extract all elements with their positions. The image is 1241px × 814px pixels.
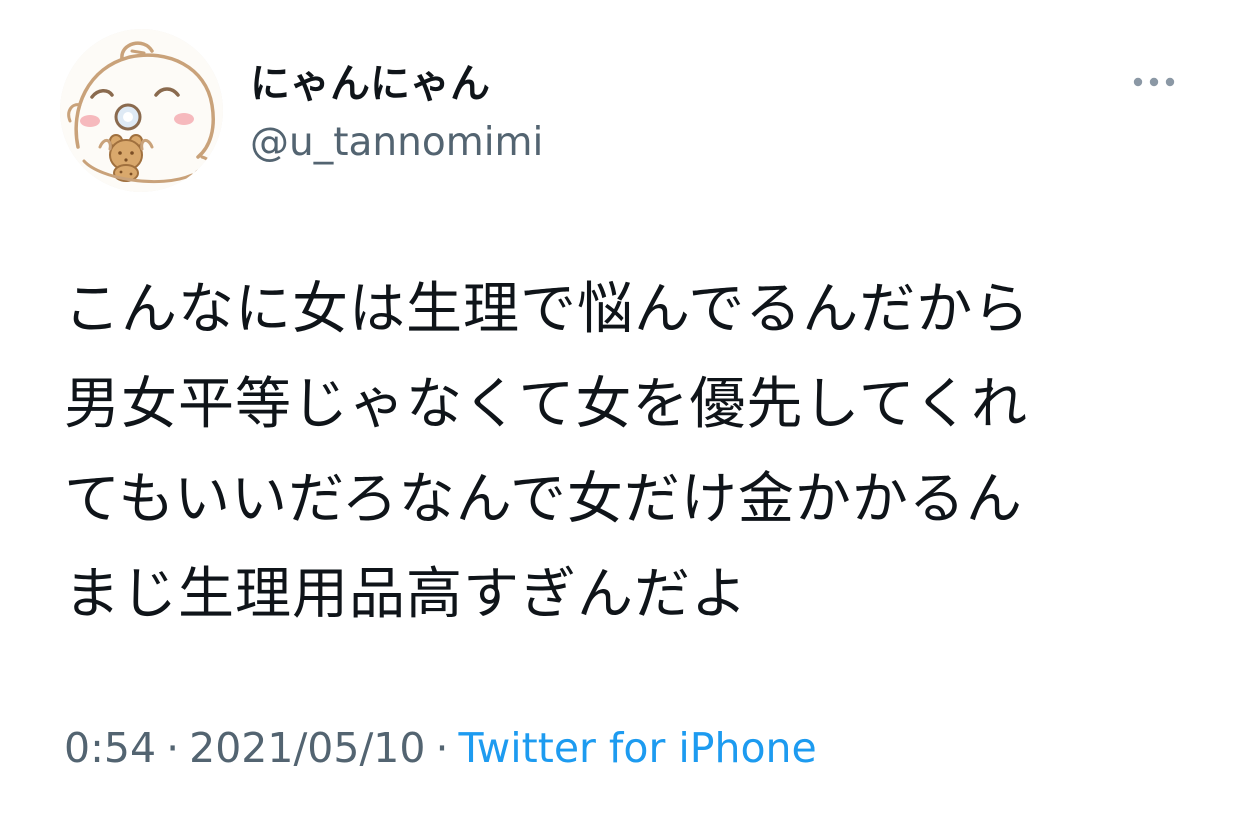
more-horizontal-icon [1133, 77, 1175, 87]
meta-separator: · [435, 724, 449, 772]
more-options-button[interactable] [1124, 62, 1184, 102]
tweet-text-line: 男女平等じゃなくて女を優先してくれ [64, 372, 1028, 437]
tweet-source-link[interactable]: Twitter for iPhone [458, 724, 816, 772]
bear-avatar-icon [60, 29, 223, 192]
tweet-card: にゃんにゃん @u_tannomimi こんなに女は生理で悩んでるんだから 男女… [0, 0, 1241, 814]
meta-separator: · [166, 724, 180, 772]
tweet-text-line: まじ生理用品高すぎんだよ [64, 562, 748, 627]
display-name[interactable]: にゃんにゃん [250, 58, 490, 110]
tweet-text-line: こんなに女は生理で悩んでるんだから [64, 277, 1031, 342]
tweet-text-line: てもいいだろなんで女だけ金かかるん [64, 467, 1023, 532]
tweet-metadata: 0:54 · 2021/05/10 · Twitter for iPhone [64, 720, 817, 776]
tweet-date[interactable]: 2021/05/10 [189, 724, 425, 772]
user-handle[interactable]: @u_tannomimi [250, 118, 543, 168]
tweet-time[interactable]: 0:54 [64, 724, 156, 772]
tweet-text: こんなに女は生理で悩んでるんだから 男女平等じゃなくて女を優先してくれ てもいい… [64, 262, 1184, 642]
user-avatar[interactable] [60, 29, 223, 192]
